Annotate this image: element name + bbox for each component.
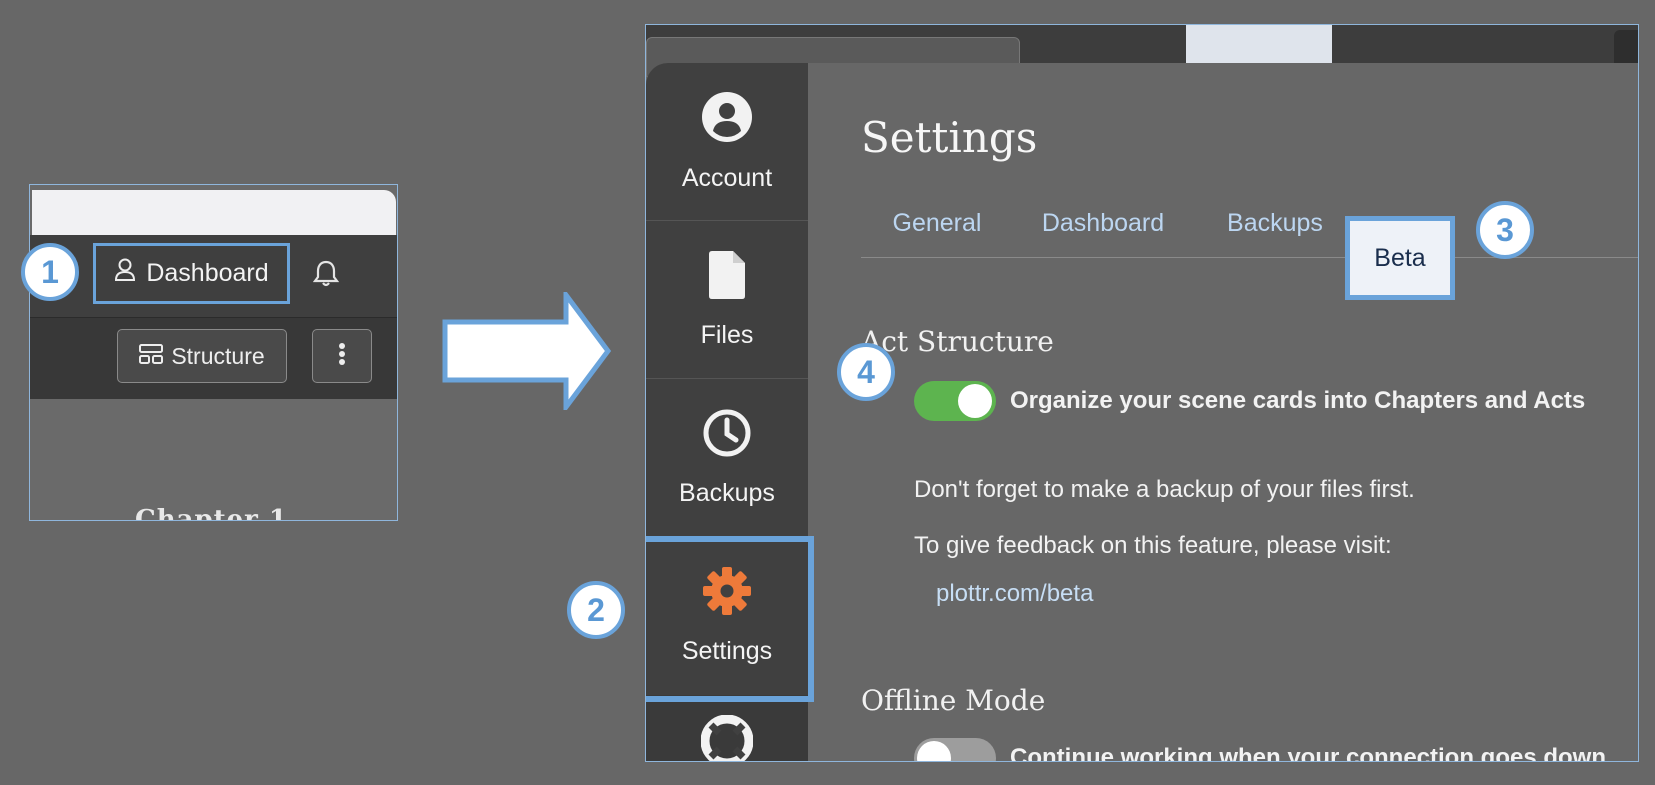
- tab-backups[interactable]: Backups: [1208, 191, 1342, 255]
- settings-highlight-box: [646, 536, 814, 702]
- file-icon: [707, 250, 747, 307]
- dashboard-button[interactable]: Dashboard: [93, 243, 290, 304]
- section-heading-offline-mode: Offline Mode: [861, 684, 1046, 717]
- sidebar-item-help[interactable]: [646, 695, 808, 761]
- dashboard-preview-panel: Dashboard Structure Chapter 1: [29, 184, 398, 521]
- sidebar-item-files[interactable]: Files: [646, 221, 808, 379]
- window-titlebar: [32, 190, 396, 235]
- offline-mode-toggle-label: Continue working when your connection go…: [1010, 744, 1613, 762]
- step-badge-3: 3: [1476, 201, 1534, 259]
- page-title: Settings: [861, 113, 1038, 162]
- account-icon: [701, 91, 753, 150]
- toggle-knob: [917, 741, 951, 761]
- sidebar-item-account[interactable]: Account: [646, 63, 808, 221]
- structure-button[interactable]: Structure: [117, 329, 287, 383]
- dashboard-label: Dashboard: [146, 259, 269, 287]
- lifebuoy-icon: [700, 714, 754, 761]
- arrow-right-icon: [442, 287, 612, 415]
- vertical-dots-icon: [338, 342, 346, 371]
- chapter-heading-cutoff: Chapter 1: [135, 505, 289, 521]
- sidebar-item-label: Backups: [679, 478, 775, 507]
- feedback-text: To give feedback on this feature, please…: [914, 532, 1392, 559]
- sidebar-item-label: Account: [681, 163, 773, 192]
- beta-feedback-link[interactable]: plottr.com/beta: [936, 580, 1093, 608]
- clock-icon: [702, 408, 752, 465]
- sidebar-item-backups[interactable]: Backups: [646, 379, 808, 537]
- sidebar-item-label: Files: [700, 320, 754, 349]
- step-badge-4: 4: [837, 343, 895, 401]
- act-structure-toggle-label: Organize your scene cards into Chapters …: [1010, 387, 1586, 414]
- step-badge-2: 2: [567, 581, 625, 639]
- section-heading-act-structure: Act Structure: [861, 325, 1054, 358]
- tab-beta[interactable]: Beta: [1345, 216, 1455, 300]
- act-structure-toggle[interactable]: [914, 381, 996, 421]
- settings-modal: Account Files Backups Settings Settings …: [646, 63, 1638, 762]
- user-icon: [114, 258, 136, 289]
- tab-dashboard[interactable]: Dashboard: [1026, 191, 1180, 255]
- bell-icon[interactable]: [312, 259, 340, 292]
- offline-mode-toggle[interactable]: [914, 738, 996, 761]
- backup-reminder-text: Don't forget to make a backup of your fi…: [914, 476, 1415, 503]
- step-badge-1: 1: [21, 243, 79, 301]
- more-options-button[interactable]: [312, 329, 372, 383]
- toggle-knob: [958, 384, 992, 418]
- structure-label: Structure: [171, 342, 265, 369]
- structure-icon: [139, 343, 164, 370]
- tab-general[interactable]: General: [876, 191, 998, 255]
- settings-window: Account Files Backups Settings Settings …: [645, 24, 1639, 762]
